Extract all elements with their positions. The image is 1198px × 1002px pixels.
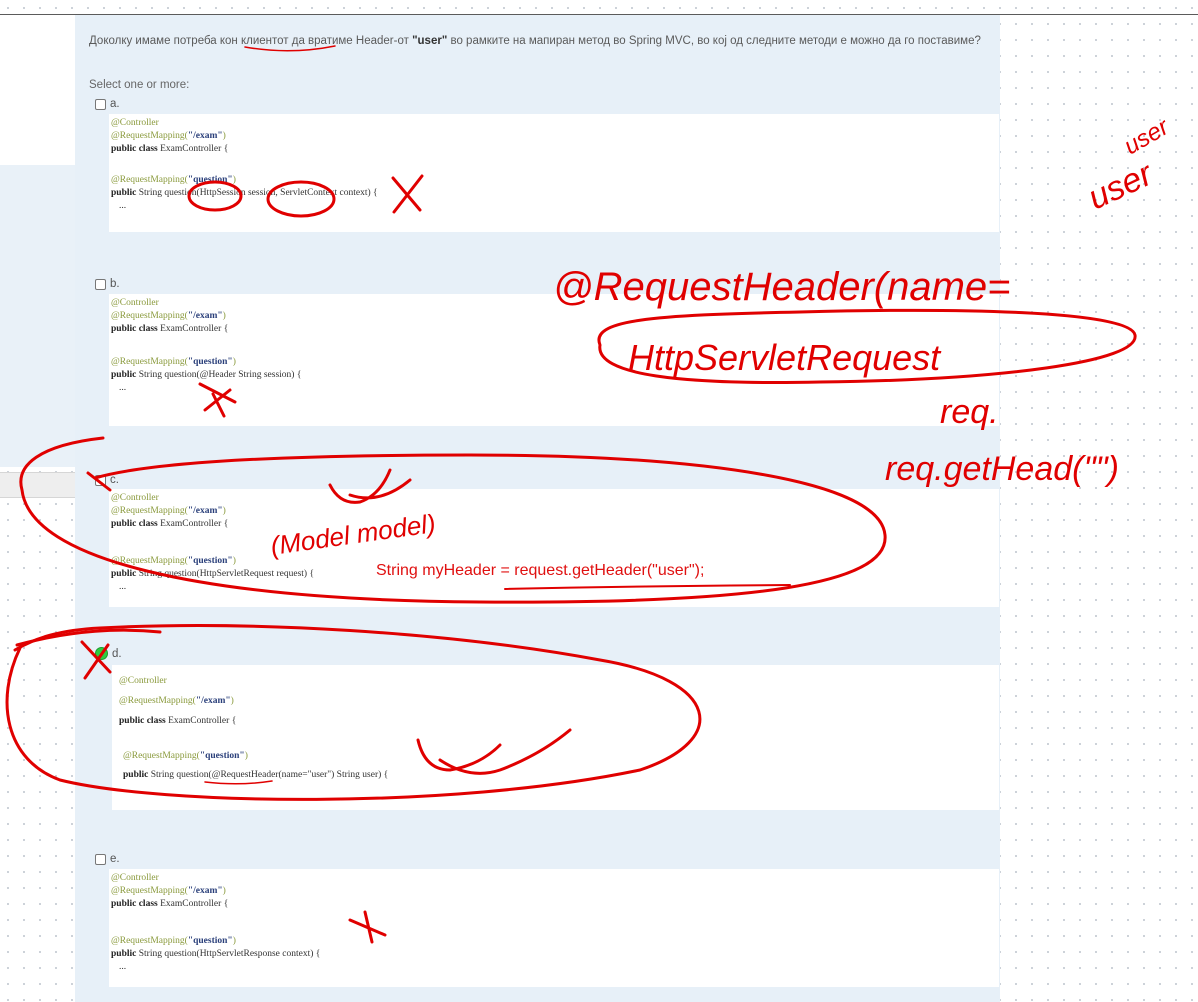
option-b-code: @Controller @RequestMapping("/exam") pub… <box>109 294 999 426</box>
option-c-letter: c. <box>110 474 119 486</box>
code-line: @Controller <box>111 873 159 883</box>
code-token: ) <box>232 357 236 367</box>
code-ellipsis: ... <box>119 962 127 972</box>
code-token: ) <box>230 696 234 706</box>
option-d-code: @Controller @RequestMapping("/exam") pub… <box>112 665 999 810</box>
code-token: ) <box>222 131 226 141</box>
code-token: public class <box>111 144 158 154</box>
code-token: public <box>111 370 137 380</box>
option-e[interactable]: e. <box>95 853 120 865</box>
code-token: ExamController { <box>157 519 229 529</box>
code-token: "/exam" <box>195 696 231 706</box>
question-text-end: во рамките на мапиран метод во Spring MV… <box>447 35 981 47</box>
option-c[interactable]: c. <box>95 474 119 486</box>
code-token: "/exam" <box>187 886 223 896</box>
code-line: @Controller <box>119 676 167 686</box>
code-token: String question(HttpServletRequest reque… <box>136 569 315 579</box>
code-token: "/exam" <box>187 506 223 516</box>
code-token: public <box>111 188 137 198</box>
question-user-word: "user" <box>412 35 448 47</box>
code-token: @RequestMapping( <box>111 357 188 367</box>
code-token: @RequestMapping( <box>111 311 188 321</box>
option-e-checkbox[interactable] <box>95 853 106 865</box>
code-token: ExamController { <box>157 324 229 334</box>
code-token: public class <box>119 716 166 726</box>
code-token: "question" <box>199 751 245 761</box>
code-token: public <box>111 569 137 579</box>
code-token: @RequestMapping( <box>111 556 188 566</box>
code-token: ExamController { <box>157 144 229 154</box>
code-token: String question(@RequestHeader(name="use… <box>148 770 389 780</box>
question-header-word: Header-от <box>355 35 409 47</box>
code-ellipsis: ... <box>119 201 127 211</box>
option-b[interactable]: b. <box>95 278 120 290</box>
option-c-checkbox[interactable] <box>95 474 106 486</box>
question-text: Доколку имаме потреба кон клиентот да вр… <box>89 35 981 47</box>
code-line: @Controller <box>111 493 159 503</box>
select-one-or-more-label: Select one or more: <box>89 79 190 91</box>
handwriting-user-2: user <box>1120 113 1175 160</box>
left-gutter-top <box>0 15 75 165</box>
code-token: "question" <box>187 936 233 946</box>
code-token: @RequestMapping( <box>111 936 188 946</box>
code-token: ) <box>222 311 226 321</box>
left-side-bar <box>0 472 75 498</box>
code-ellipsis: ... <box>119 383 127 393</box>
code-token: public <box>111 949 137 959</box>
code-token: ) <box>232 556 236 566</box>
code-token: String question(HttpServletResponse cont… <box>136 949 321 959</box>
code-token: @RequestMapping( <box>123 751 200 761</box>
code-token: ) <box>232 936 236 946</box>
code-token: @RequestMapping( <box>119 696 196 706</box>
code-line: @Controller <box>111 118 159 128</box>
code-token: ) <box>222 886 226 896</box>
option-d[interactable]: d. <box>95 647 122 660</box>
code-token: ) <box>244 751 248 761</box>
code-token: @RequestMapping( <box>111 175 188 185</box>
option-a[interactable]: a. <box>95 98 120 110</box>
question-text-part: Доколку имаме потреба кон клиентот да вр… <box>89 35 356 47</box>
option-d-checkbox-checked[interactable] <box>95 647 108 660</box>
code-token: String question(@Header String session) … <box>136 370 302 380</box>
code-token: "/exam" <box>187 311 223 321</box>
code-token: public class <box>111 519 158 529</box>
code-token: "question" <box>187 175 233 185</box>
code-token: public class <box>111 899 158 909</box>
code-token: public class <box>111 324 158 334</box>
code-line: @Controller <box>111 298 159 308</box>
code-token: String question(HttpSession session, Ser… <box>136 188 378 198</box>
code-token: ExamController { <box>165 716 237 726</box>
code-token: ExamController { <box>157 899 229 909</box>
option-e-letter: e. <box>110 853 120 865</box>
code-token: "question" <box>187 556 233 566</box>
option-c-code: @Controller @RequestMapping("/exam") pub… <box>109 489 999 607</box>
option-d-letter: d. <box>112 647 122 660</box>
handwriting-user-1: user <box>1082 154 1160 217</box>
code-token: "question" <box>187 357 233 367</box>
code-token: "/exam" <box>187 131 223 141</box>
code-token: @RequestMapping( <box>111 506 188 516</box>
left-side-panel <box>0 165 75 467</box>
code-token: public <box>123 770 149 780</box>
option-e-code: @Controller @RequestMapping("/exam") pub… <box>109 869 999 987</box>
code-token: ) <box>222 506 226 516</box>
quiz-question-panel: Доколку имаме потреба кон клиентот да вр… <box>75 15 1000 1002</box>
option-b-checkbox[interactable] <box>95 278 106 290</box>
option-b-letter: b. <box>110 278 120 290</box>
option-a-checkbox[interactable] <box>95 98 106 110</box>
code-token: ) <box>232 175 236 185</box>
code-ellipsis: ... <box>119 582 127 592</box>
code-token: @RequestMapping( <box>111 131 188 141</box>
code-token: @RequestMapping( <box>111 886 188 896</box>
typed-code-annotation: String myHeader = request.getHeader("use… <box>376 562 705 579</box>
option-a-code: @Controller @RequestMapping("/exam") pub… <box>109 114 999 232</box>
option-a-letter: a. <box>110 98 120 110</box>
